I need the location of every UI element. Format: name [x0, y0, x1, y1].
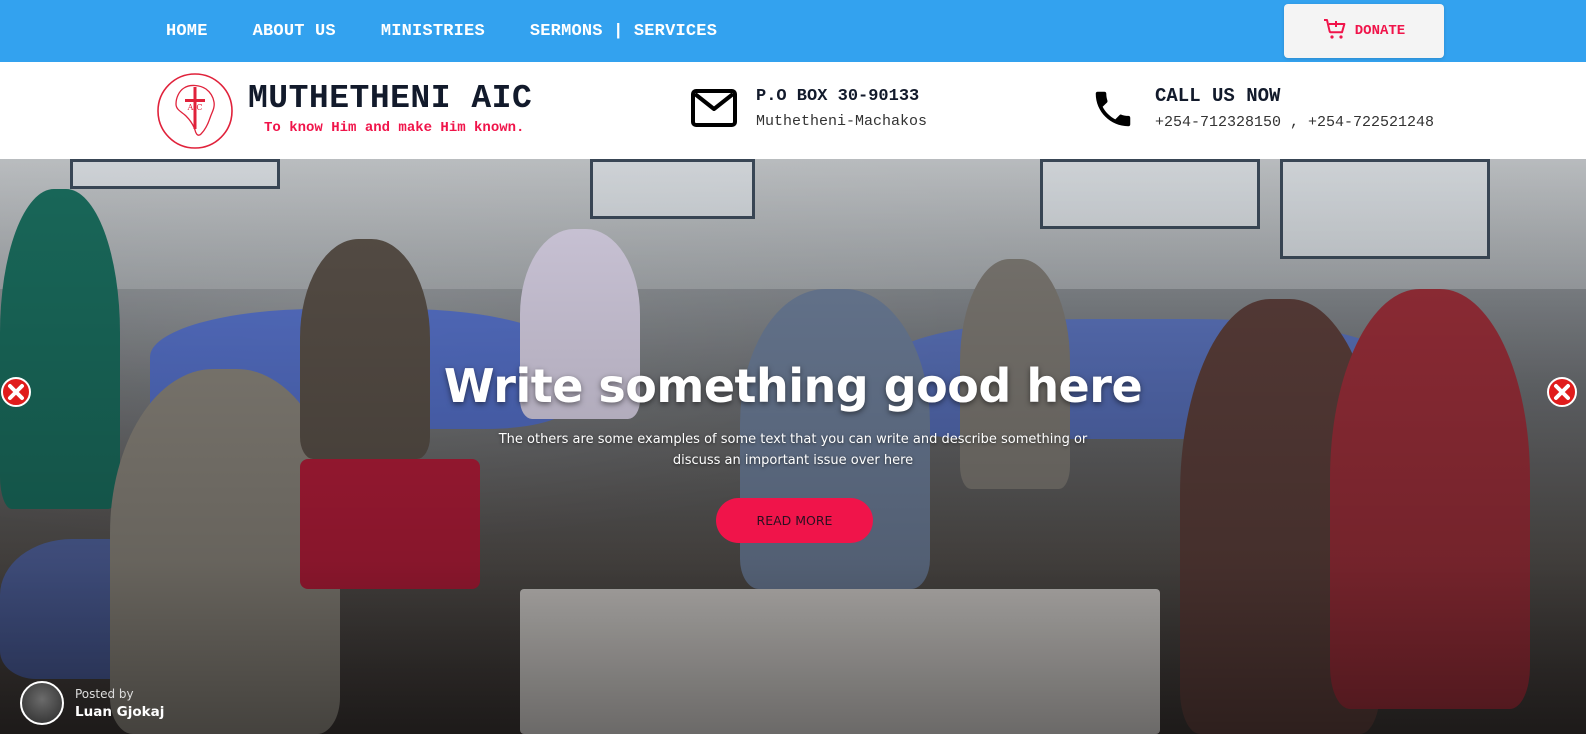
site-tagline: To know Him and make Him known.: [264, 120, 525, 136]
author-meta: Posted by Luan Gjokaj: [75, 687, 164, 720]
nav-item-about-us[interactable]: ABOUT US: [253, 22, 336, 41]
mail-icon: [690, 88, 738, 128]
hero-banner: Write something good here The others are…: [0, 159, 1586, 734]
post-author[interactable]: Posted by Luan Gjokaj: [20, 681, 164, 725]
read-more-button[interactable]: READ MORE: [716, 498, 873, 543]
site-title[interactable]: MUTHETHENI AIC: [248, 80, 532, 117]
donate-label: DONATE: [1354, 23, 1406, 39]
nav-item-home[interactable]: HOME: [166, 22, 208, 41]
cart-icon: [1323, 17, 1347, 46]
nav-item-ministries[interactable]: MINISTRIES: [381, 22, 485, 41]
nav-item-sermons-services[interactable]: SERMONS | SERVICES: [530, 22, 717, 41]
hero-description: The others are some examples of some tex…: [498, 432, 1088, 468]
site-header: AIC MUTHETHENI AIC To know Him and make …: [0, 62, 1586, 159]
top-navigation-bar: HOME ABOUT US MINISTRIES SERMONS | SERVI…: [0, 0, 1586, 62]
posted-by-label: Posted by: [75, 686, 134, 701]
author-name[interactable]: Luan Gjokaj: [75, 704, 164, 720]
address-title: P.O BOX 30-90133: [756, 87, 920, 106]
avatar[interactable]: [20, 681, 64, 725]
phone-icon: [1090, 86, 1136, 132]
call-us-title: CALL US NOW: [1155, 85, 1281, 107]
church-logo[interactable]: AIC: [156, 72, 234, 150]
nav-menu: HOME ABOUT US MINISTRIES SERMONS | SERVI…: [166, 0, 762, 62]
phone-numbers[interactable]: +254-712328150 , +254-722521248: [1155, 114, 1434, 131]
read-more-label: READ MORE: [756, 513, 833, 528]
logo-text: AIC: [186, 103, 202, 112]
donate-button[interactable]: DONATE: [1284, 4, 1444, 58]
hero-title: Write something good here: [443, 359, 1143, 413]
address-subtitle: Muthetheni-Machakos: [756, 113, 928, 130]
